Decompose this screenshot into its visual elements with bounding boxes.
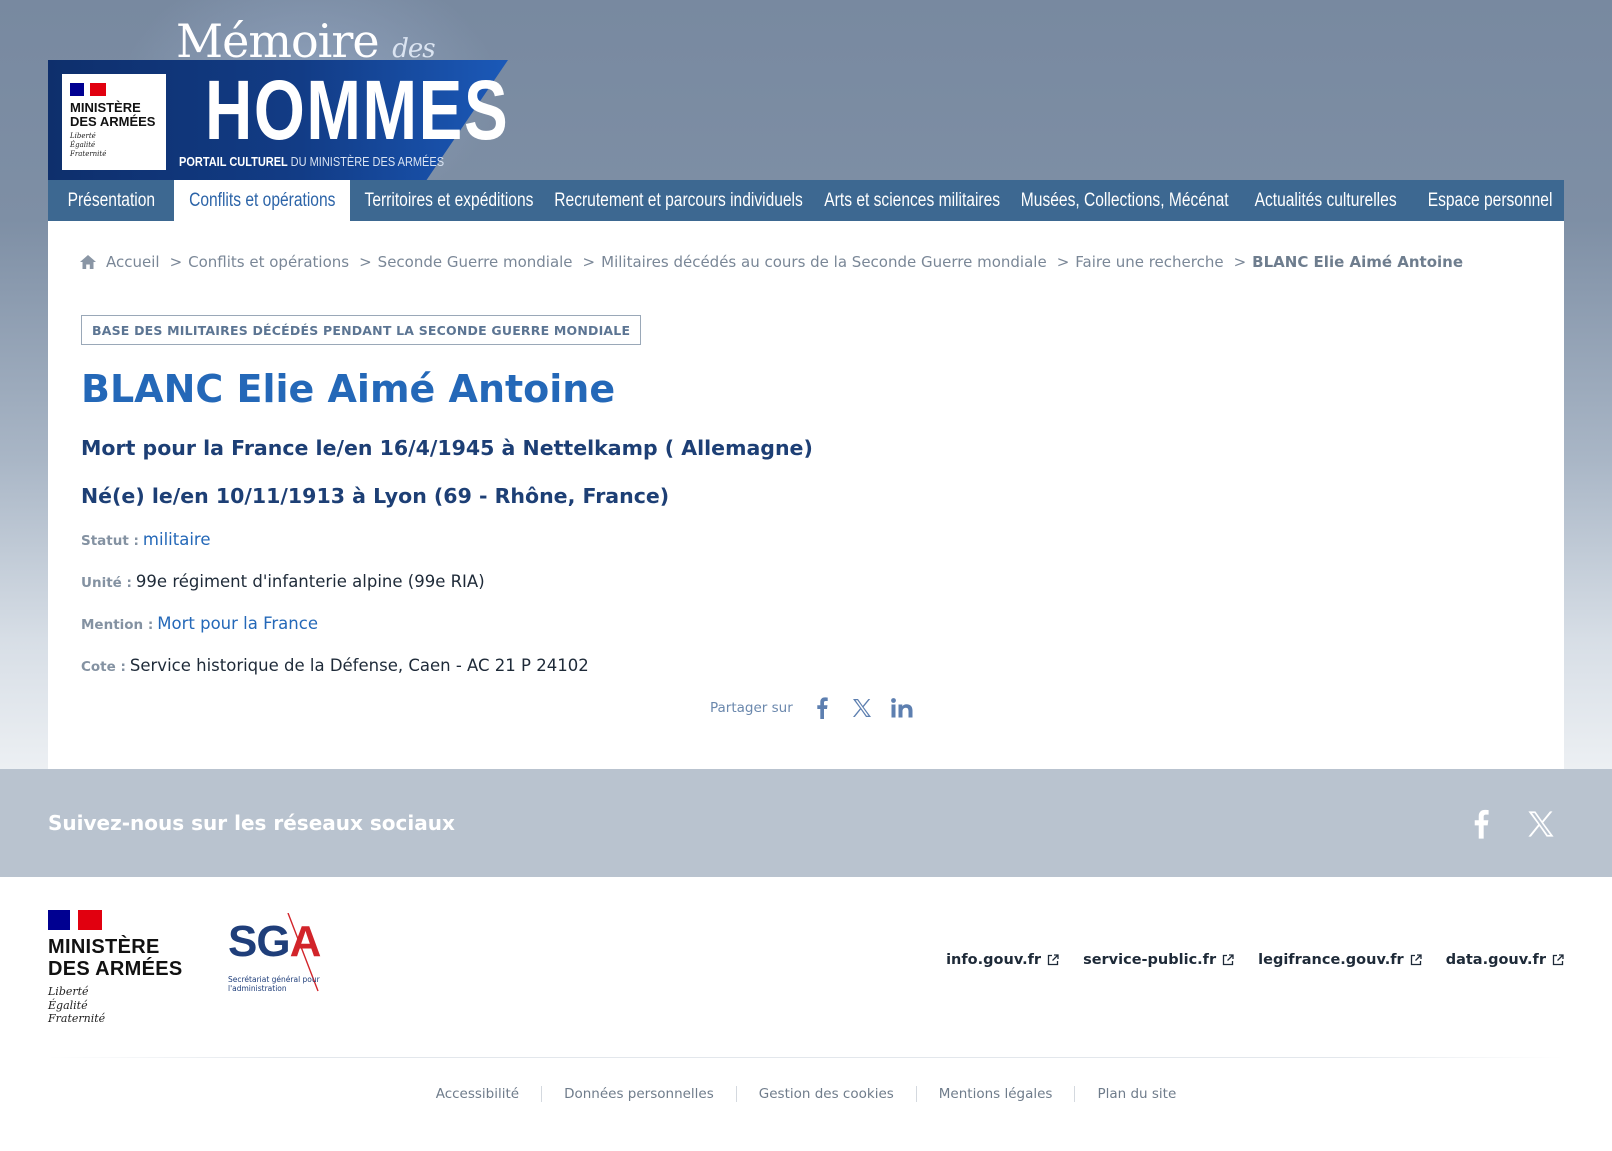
logo-memoire-text: Mémoire des xyxy=(176,14,436,68)
ministry-mark-name: MINISTÈRE DES ARMÉES xyxy=(70,100,156,129)
field-cote-label: Cote : xyxy=(81,659,126,675)
external-links: info.gouv.fr service-public.fr legifranc… xyxy=(922,952,1564,968)
field-cote-value: Service historique de la Défense, Caen -… xyxy=(129,656,589,675)
field-unite: Unité :99e régiment d'infanterie alpine … xyxy=(81,572,485,591)
home-icon[interactable] xyxy=(80,255,96,269)
footer-ministry-motto: Liberté Égalité Fraternité xyxy=(48,985,106,1025)
breadcrumb-link-seconde-guerre[interactable]: Seconde Guerre mondiale xyxy=(378,253,573,271)
share-bar: Partager sur xyxy=(710,697,913,719)
breadcrumb-link-conflits[interactable]: Conflits et opérations xyxy=(188,253,349,271)
record-panel: Accueil > Conflits et opérations > Secon… xyxy=(48,221,1564,769)
death-info: Mort pour la France le/en 16/4/1945 à Ne… xyxy=(81,436,813,460)
ministry-mark: MINISTÈRE DES ARMÉES Liberté Égalité Frate… xyxy=(62,74,166,170)
social-title: Suivez-nous sur les réseaux sociaux xyxy=(48,811,455,835)
nav-item-arts[interactable]: Arts et sciences militaires xyxy=(810,180,1014,221)
field-mention: Mention : Mort pour la France xyxy=(81,614,318,633)
nav-item-musees[interactable]: Musées, Collections, Mécénat xyxy=(1014,180,1236,221)
breadcrumb: Accueil > Conflits et opérations > Secon… xyxy=(80,253,1463,271)
field-mention-label: Mention : xyxy=(81,617,154,633)
external-link-icon xyxy=(1222,954,1234,966)
breadcrumb-separator: > xyxy=(359,253,372,271)
legal-link-cookies[interactable]: Gestion des cookies xyxy=(735,1086,916,1102)
breadcrumb-current: BLANC Elie Aimé Antoine xyxy=(1252,253,1464,271)
nav-item-actualites[interactable]: Actualités culturelles xyxy=(1236,180,1416,221)
nav-item-conflits[interactable]: Conflits et opérations xyxy=(174,180,350,221)
breadcrumb-link-recherche[interactable]: Faire une recherche xyxy=(1075,253,1223,271)
ministry-mark-motto: Liberté Égalité Fraternité xyxy=(70,132,107,158)
field-cote: Cote : Service historique de la Défense, … xyxy=(81,656,589,675)
main-nav: Présentation Conflits et opérations Terr… xyxy=(48,180,1564,221)
logo-hommes-text: HOMMES xyxy=(205,63,510,157)
field-statut-label: Statut : xyxy=(81,533,139,549)
ext-link-service-public[interactable]: service-public.fr xyxy=(1083,952,1234,968)
field-statut-link[interactable]: militaire xyxy=(143,530,211,549)
linkedin-icon[interactable] xyxy=(890,697,913,719)
footer: MINISTÈRE DES ARMÉES Liberté Égalité Frate… xyxy=(0,877,1612,1151)
database-tag: BASE DES MILITAIRES DÉCÉDÉS PENDANT LA S… xyxy=(81,315,642,345)
birth-info: Né(e) le/en 10/11/1913 à Lyon (69 - Rhôn… xyxy=(81,484,670,508)
footer-divider xyxy=(48,1057,1564,1058)
breadcrumb-link-militaires-decedes[interactable]: Militaires décédés au cours de la Second… xyxy=(601,253,1047,271)
external-link-icon xyxy=(1552,954,1564,966)
legal-link-plan[interactable]: Plan du site xyxy=(1074,1086,1198,1102)
page-title: BLANC Elie Aimé Antoine xyxy=(81,367,616,411)
legal-link-mentions[interactable]: Mentions légales xyxy=(915,1086,1075,1102)
breadcrumb-separator: > xyxy=(169,253,183,271)
sga-logo[interactable]: SGA Secrétariat général pour l'administr… xyxy=(228,913,328,997)
ext-link-data-gouv[interactable]: data.gouv.fr xyxy=(1446,952,1564,968)
breadcrumb-separator: > xyxy=(582,253,596,271)
republic-flag-icon xyxy=(48,910,102,930)
breadcrumb-separator: > xyxy=(1233,253,1247,271)
legal-link-donnees[interactable]: Données personnelles xyxy=(541,1086,736,1102)
facebook-icon[interactable] xyxy=(1464,807,1498,841)
field-statut: Statut : militaire xyxy=(81,530,210,549)
x-icon[interactable] xyxy=(851,697,873,719)
nav-item-presentation[interactable]: Présentation xyxy=(48,180,174,221)
external-link-icon xyxy=(1410,954,1422,966)
ext-link-legifrance[interactable]: legifrance.gouv.fr xyxy=(1258,952,1422,968)
breadcrumb-separator: > xyxy=(1056,253,1070,271)
breadcrumb-link-accueil[interactable]: Accueil xyxy=(106,253,160,271)
nav-item-recrutement[interactable]: Recrutement et parcours individuels xyxy=(548,180,810,221)
republic-flag-icon xyxy=(70,83,106,96)
facebook-icon[interactable] xyxy=(811,697,833,719)
external-link-icon xyxy=(1047,954,1059,966)
field-unite-label: Unité : xyxy=(81,575,132,591)
nav-item-espace-personnel[interactable]: Espace personnel xyxy=(1416,180,1564,221)
ext-link-info-gouv[interactable]: info.gouv.fr xyxy=(946,952,1059,968)
x-icon[interactable] xyxy=(1524,807,1558,841)
sga-subtitle: Secrétariat général pour l'administratio… xyxy=(228,975,320,993)
footer-ministry-name[interactable]: MINISTÈRE DES ARMÉES xyxy=(48,936,198,980)
share-label: Partager sur xyxy=(710,700,793,716)
field-mention-link[interactable]: Mort pour la France xyxy=(157,614,318,633)
social-strip: Suivez-nous sur les réseaux sociaux xyxy=(0,769,1612,877)
nav-item-territoires[interactable]: Territoires et expéditions xyxy=(350,180,548,221)
legal-link-accessibilite[interactable]: Accessibilité xyxy=(414,1086,541,1102)
logo-tagline: PORTAIL CULTUREL DU MINISTÈRE DES ARMÉES xyxy=(179,155,445,169)
field-unite-value: 99e régiment d'infanterie alpine (99e RI… xyxy=(135,572,485,591)
legal-links: Accessibilité Données personnelles Gesti… xyxy=(0,1086,1612,1102)
